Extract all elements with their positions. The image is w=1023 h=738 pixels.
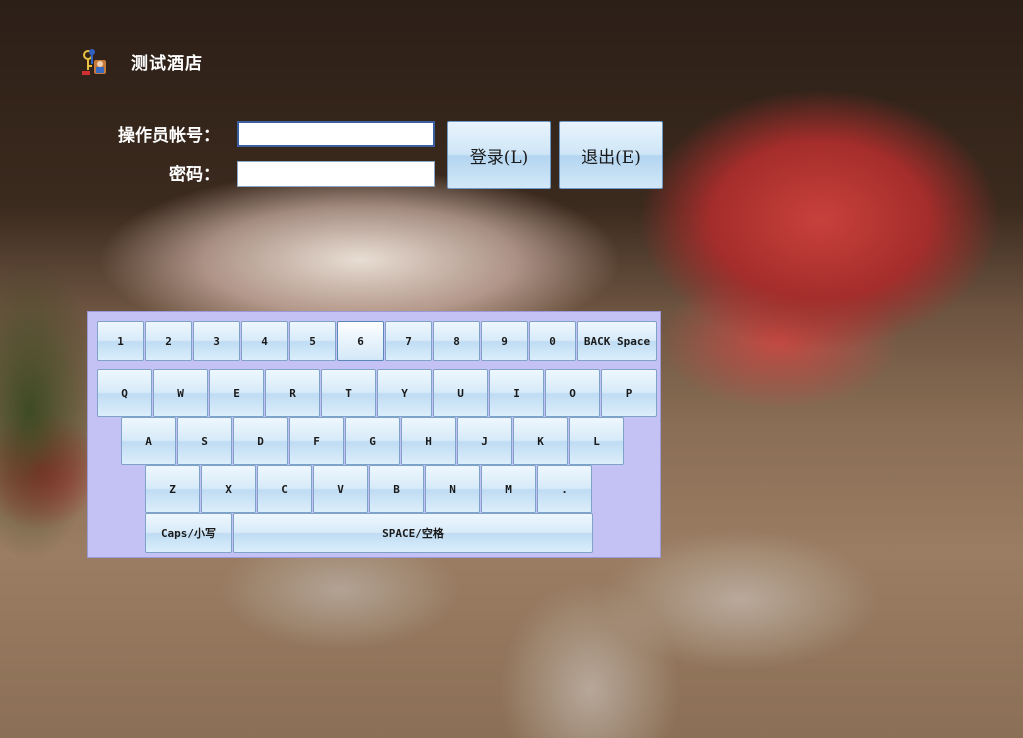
key-label: P: [625, 386, 633, 400]
key-label: BACK Space: [583, 334, 651, 348]
key-label: J: [481, 434, 488, 448]
key-label: L: [593, 434, 600, 448]
key-label: F: [313, 434, 320, 448]
key-e[interactable]: E: [209, 369, 264, 417]
key-label: 6: [357, 334, 364, 348]
key-label: T: [345, 386, 352, 400]
key-backspace[interactable]: BACK Space: [577, 321, 657, 361]
key-period[interactable]: .: [537, 465, 592, 513]
key-label: E: [233, 386, 240, 400]
key-label: R: [289, 386, 296, 400]
key-k[interactable]: K: [513, 417, 568, 465]
key-caps[interactable]: Caps/小写: [145, 513, 232, 553]
key-label: SPACE/空格: [382, 527, 444, 540]
exit-button-label: 退出(E): [581, 147, 641, 168]
key-label: Z: [169, 482, 176, 496]
key-0[interactable]: 0: [529, 321, 576, 361]
key-label: .: [561, 482, 568, 496]
key-label: 1: [117, 334, 124, 348]
login-button-label: 登录(L): [469, 147, 529, 168]
keys-user-icon: [80, 46, 112, 78]
login-button[interactable]: 登录(L): [447, 121, 551, 189]
key-3[interactable]: 3: [193, 321, 240, 361]
key-label: 0: [549, 334, 556, 348]
key-label: 2: [165, 334, 172, 348]
key-label: K: [537, 434, 544, 448]
key-label: S: [201, 434, 208, 448]
key-label: W: [177, 386, 184, 400]
on-screen-keyboard: 1 2 3 4 5 6 7 8 9 0 BACK Space Q W E R T…: [87, 311, 661, 558]
key-label: M: [505, 482, 512, 496]
key-label: Y: [401, 386, 408, 400]
key-o[interactable]: O: [545, 369, 600, 417]
password-input[interactable]: [237, 161, 435, 187]
key-v[interactable]: V: [313, 465, 368, 513]
account-input[interactable]: [237, 121, 435, 147]
key-a[interactable]: A: [121, 417, 176, 465]
key-label: X: [225, 482, 232, 496]
exit-button[interactable]: 退出(E): [559, 121, 663, 189]
key-label: N: [449, 482, 456, 496]
key-b[interactable]: B: [369, 465, 424, 513]
key-j[interactable]: J: [457, 417, 512, 465]
key-label: B: [393, 482, 400, 496]
key-h[interactable]: H: [401, 417, 456, 465]
key-f[interactable]: F: [289, 417, 344, 465]
key-t[interactable]: T: [321, 369, 376, 417]
key-label: 5: [309, 334, 316, 348]
key-u[interactable]: U: [433, 369, 488, 417]
key-space[interactable]: SPACE/空格: [233, 513, 593, 553]
key-6[interactable]: 6: [337, 321, 384, 361]
key-w[interactable]: W: [153, 369, 208, 417]
app-title: 测试酒店: [131, 54, 203, 74]
key-label: 3: [213, 334, 220, 348]
key-p[interactable]: P: [601, 369, 657, 417]
key-n[interactable]: N: [425, 465, 480, 513]
key-y[interactable]: Y: [377, 369, 432, 417]
key-label: 7: [405, 334, 412, 348]
key-2[interactable]: 2: [145, 321, 192, 361]
key-5[interactable]: 5: [289, 321, 336, 361]
key-1[interactable]: 1: [97, 321, 144, 361]
key-d[interactable]: D: [233, 417, 288, 465]
key-label: I: [513, 386, 520, 400]
key-9[interactable]: 9: [481, 321, 528, 361]
key-label: V: [337, 482, 344, 496]
key-label: 9: [501, 334, 508, 348]
key-label: G: [369, 434, 376, 448]
key-4[interactable]: 4: [241, 321, 288, 361]
key-label: Q: [121, 386, 128, 400]
key-q[interactable]: Q: [97, 369, 152, 417]
key-l[interactable]: L: [569, 417, 624, 465]
password-label: 密码：: [169, 165, 220, 185]
key-label: 8: [453, 334, 460, 348]
key-r[interactable]: R: [265, 369, 320, 417]
key-m[interactable]: M: [481, 465, 536, 513]
key-label: A: [145, 434, 152, 448]
key-7[interactable]: 7: [385, 321, 432, 361]
key-label: Caps/小写: [160, 527, 217, 540]
key-label: O: [569, 386, 576, 400]
key-label: H: [425, 434, 432, 448]
key-label: D: [257, 434, 264, 448]
key-8[interactable]: 8: [433, 321, 480, 361]
key-g[interactable]: G: [345, 417, 400, 465]
key-label: C: [281, 482, 288, 496]
key-s[interactable]: S: [177, 417, 232, 465]
key-i[interactable]: I: [489, 369, 544, 417]
account-label: 操作员帐号：: [118, 126, 220, 146]
key-z[interactable]: Z: [145, 465, 200, 513]
key-c[interactable]: C: [257, 465, 312, 513]
key-x[interactable]: X: [201, 465, 256, 513]
key-label: 4: [261, 334, 268, 348]
key-label: U: [457, 386, 464, 400]
background-leaves: [0, 230, 90, 590]
